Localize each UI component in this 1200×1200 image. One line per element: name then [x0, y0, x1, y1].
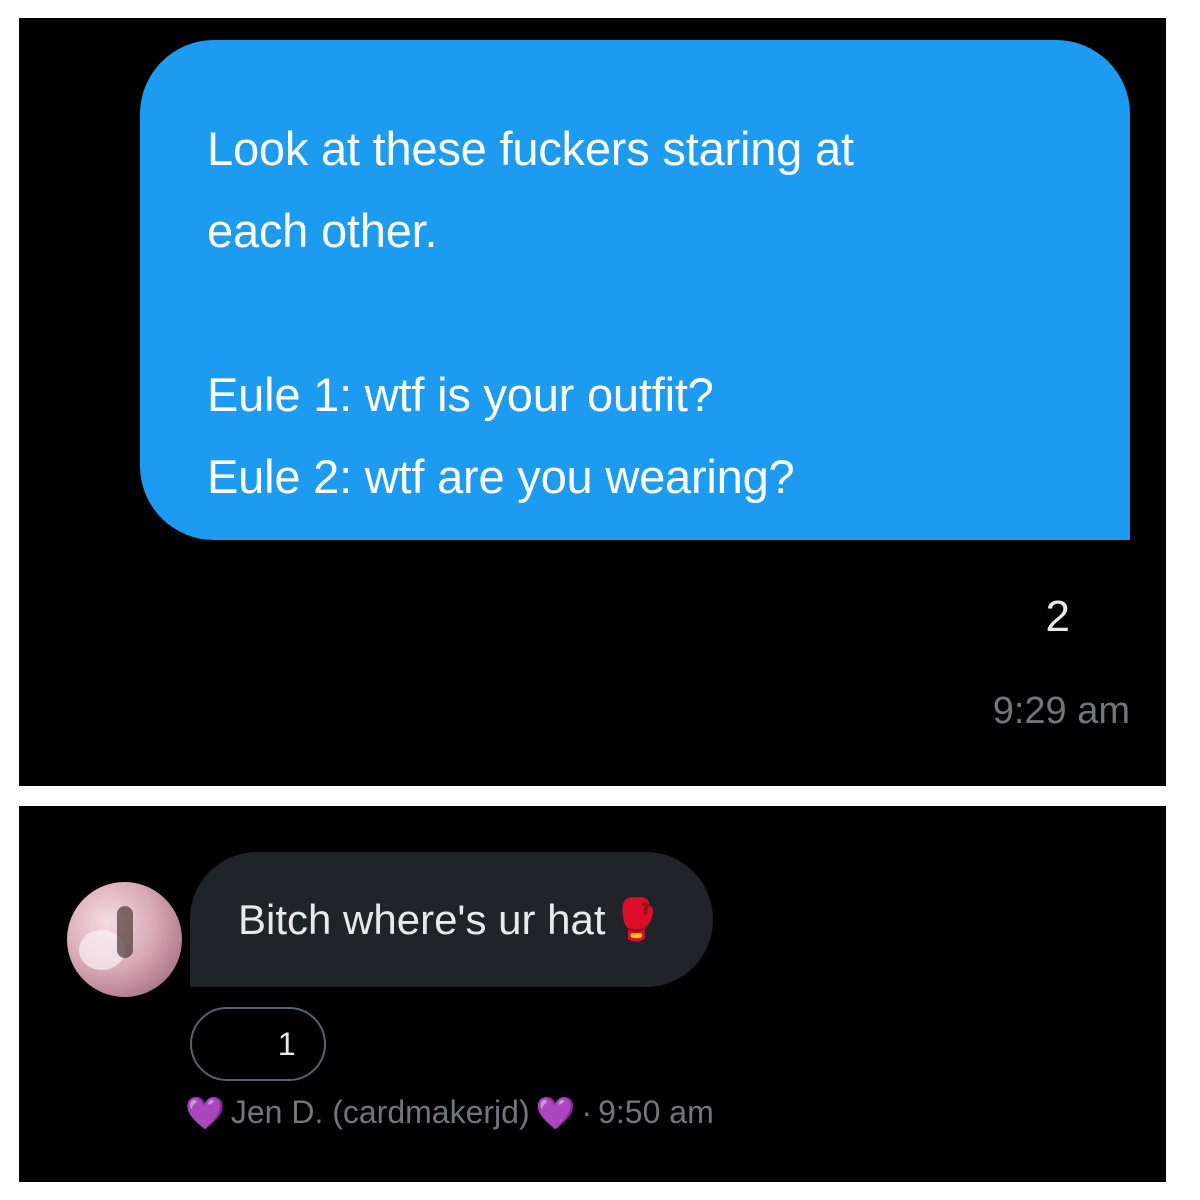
received-message-text: Bitch where's ur hat	[238, 895, 606, 943]
received-message-bubble[interactable]: Bitch where's ur hat 🥊	[190, 852, 714, 987]
sent-message-line-4: Eule 1: wtf is your outfit?	[207, 368, 714, 421]
sent-message-timestamp: 9:29 am	[992, 690, 1130, 732]
sent-message-line-1: Look at these fuckers staring at	[207, 122, 854, 175]
reaction-count: 1	[277, 1025, 296, 1062]
received-message-timestamp: 9:50 am	[598, 1094, 714, 1130]
avatar[interactable]	[67, 882, 182, 997]
sent-message-line-5: Eule 2: wtf are you wearing?	[207, 450, 795, 503]
avatar-image-figure	[117, 906, 133, 958]
purple-heart-icon: 💜	[535, 1093, 576, 1132]
received-message-reaction[interactable]: 😂 1	[190, 1007, 326, 1081]
received-message-panel: Bitch where's ur hat 🥊 😂 1 💜 Jen D. (car…	[19, 806, 1166, 1182]
sender-name[interactable]: Jen D. (cardmakerjd)	[231, 1094, 530, 1131]
tears-of-joy-icon: 😂	[963, 580, 1036, 653]
sent-message-panel: Look at these fuckers staring at each ot…	[19, 18, 1166, 786]
boxing-glove-icon: 🥊	[611, 896, 662, 943]
purple-heart-icon: 💜	[185, 1093, 225, 1132]
sent-message-bubble[interactable]: Look at these fuckers staring at each ot…	[140, 40, 1130, 540]
sent-message-line-2: each other.	[207, 204, 438, 257]
tears-of-joy-icon: 😂	[212, 1017, 266, 1071]
sender-meta: 💜 Jen D. (cardmakerjd) 💜 · 9:50 am	[185, 1094, 714, 1131]
sent-message-blank-line	[207, 272, 1070, 354]
reaction-count: 2	[1045, 592, 1070, 641]
sent-message-reaction[interactable]: 😂 2	[963, 586, 1070, 648]
meta-separator: ·	[581, 1094, 593, 1130]
